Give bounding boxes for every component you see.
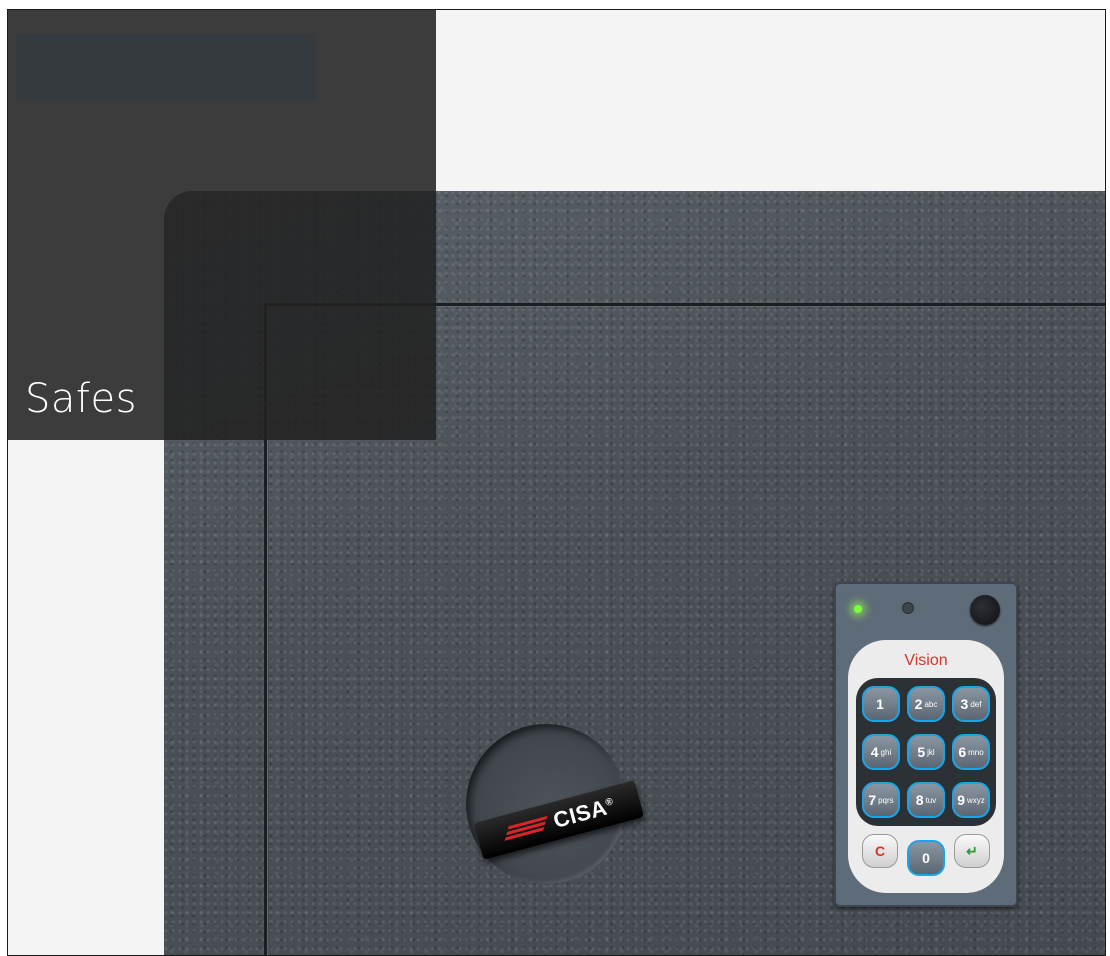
keypad-keys: 1 2 abc 3 def 4 ghi 5 jkl 6 mno 7 pqrs 8 tuv 9w… <box>856 678 996 826</box>
key-0: 0 <box>907 840 945 876</box>
key-clear: C <box>862 834 898 868</box>
key-6: 6 mno <box>952 734 990 770</box>
page-canvas: CISA® Vision 1 2 abc 3 def 4 ghi 5 jkl 6 mno … <box>7 9 1106 956</box>
key-5: 5 jkl <box>907 734 945 770</box>
key-8: 8 tuv <box>907 782 945 818</box>
key-9: 9 wxyz <box>952 782 990 818</box>
key-3: 3 def <box>952 686 990 722</box>
page-title: Safes <box>25 376 137 422</box>
key-4: 4 ghi <box>862 734 900 770</box>
keypad-brand: Vision <box>904 652 948 669</box>
key-1: 1 <box>862 686 900 722</box>
sensor-icon <box>970 595 1000 625</box>
title-overlay: Safes <box>8 10 436 440</box>
enter-icon: ↵ <box>954 834 990 868</box>
keypad-face: Vision 1 2 abc 3 def 4 ghi 5 jkl 6 mno 7 pqrs … <box>848 640 1004 893</box>
key-7: 7 pqrs <box>862 782 900 818</box>
key-2: 2 abc <box>907 686 945 722</box>
overlay-bar <box>16 34 316 100</box>
keypad-panel: Vision 1 2 abc 3 def 4 ghi 5 jkl 6 mno 7 pqrs … <box>834 582 1018 907</box>
status-led-icon <box>854 605 862 613</box>
cisa-logo-icon <box>502 815 550 841</box>
indicator-led-icon <box>902 602 914 614</box>
